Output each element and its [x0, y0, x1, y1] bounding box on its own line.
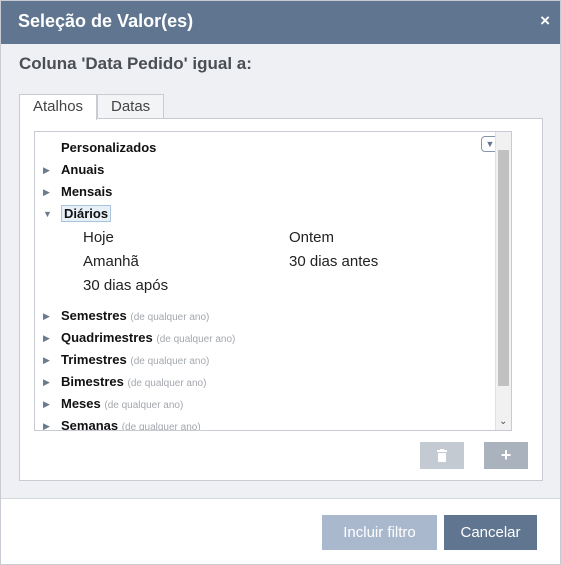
- tree-node-quadrimestres[interactable]: ▶ Quadrimestres (de qualquer ano): [43, 330, 235, 345]
- daily-option-30-dias-antes[interactable]: 30 dias antes: [289, 253, 378, 270]
- daily-option-hoje[interactable]: Hoje: [83, 229, 114, 246]
- tree-node-anuais[interactable]: ▶ Anuais: [43, 162, 104, 177]
- dialog-title: Seleção de Valor(es): [18, 11, 194, 31]
- daily-option-amanha[interactable]: Amanhã: [83, 253, 139, 270]
- tree-node-trimestres[interactable]: ▶ Trimestres (de qualquer ano): [43, 352, 209, 367]
- tree-scrollbar[interactable]: ⌄: [495, 132, 511, 430]
- tree-node-bimestres[interactable]: ▶ Bimestres (de qualquer ano): [43, 374, 206, 389]
- expand-arrow-icon[interactable]: ▶: [43, 355, 61, 366]
- tree-node-semestres[interactable]: ▶ Semestres (de qualquer ano): [43, 308, 209, 323]
- scrollbar-thumb[interactable]: [498, 150, 509, 386]
- tree-node-personalizados[interactable]: Personalizados: [43, 140, 156, 155]
- expand-arrow-icon[interactable]: ▶: [43, 333, 61, 344]
- expand-arrow-icon[interactable]: ▶: [43, 377, 61, 388]
- tab-atalhos[interactable]: Atalhos: [19, 94, 98, 120]
- include-filter-button[interactable]: Incluir filtro: [322, 515, 437, 550]
- expand-arrow-icon[interactable]: ▶: [43, 421, 61, 430]
- dialog-body: Coluna 'Data Pedido' igual a: Atalhos Da…: [1, 44, 560, 499]
- tree-node-mensais[interactable]: ▶ Mensais: [43, 184, 112, 199]
- daily-option-ontem[interactable]: Ontem: [289, 229, 334, 246]
- tree-node-meses[interactable]: ▶ Meses (de qualquer ano): [43, 396, 183, 411]
- tree-node-semanas[interactable]: ▶ Semanas (de qualquer ano): [43, 418, 201, 430]
- scroll-down-icon[interactable]: ⌄: [499, 416, 507, 428]
- tree-node-diarios[interactable]: ▼ Diários: [43, 205, 112, 222]
- daily-option-30-dias-apos[interactable]: 30 dias após: [83, 277, 168, 294]
- expand-arrow-icon[interactable]: ▶: [43, 311, 61, 322]
- tab-datas[interactable]: Datas: [97, 94, 165, 119]
- column-condition-label: Coluna 'Data Pedido' igual a:: [19, 54, 252, 73]
- cancel-button[interactable]: Cancelar: [444, 515, 537, 550]
- add-button[interactable]: +: [484, 442, 528, 469]
- expand-arrow-icon[interactable]: ▶: [43, 187, 61, 198]
- dialog-titlebar: Seleção de Valor(es) ×: [1, 1, 560, 44]
- delete-button[interactable]: [420, 442, 464, 469]
- expand-arrow-icon[interactable]: ▶: [43, 399, 61, 410]
- plus-icon: +: [500, 445, 512, 465]
- trash-icon: [437, 449, 447, 462]
- close-icon[interactable]: ×: [540, 11, 550, 31]
- expand-arrow-icon[interactable]: ▶: [43, 165, 61, 176]
- value-selection-dialog: Seleção de Valor(es) × Coluna 'Data Pedi…: [0, 0, 561, 565]
- date-shortcut-tree: ▼ ▶ Personalizados ▶Anuais ▶Mensais ▼Diá…: [34, 131, 512, 431]
- collapse-arrow-icon[interactable]: ▼: [43, 209, 61, 219]
- shortcuts-panel: ▼ ▶ Personalizados ▶Anuais ▶Mensais ▼Diá…: [19, 118, 543, 481]
